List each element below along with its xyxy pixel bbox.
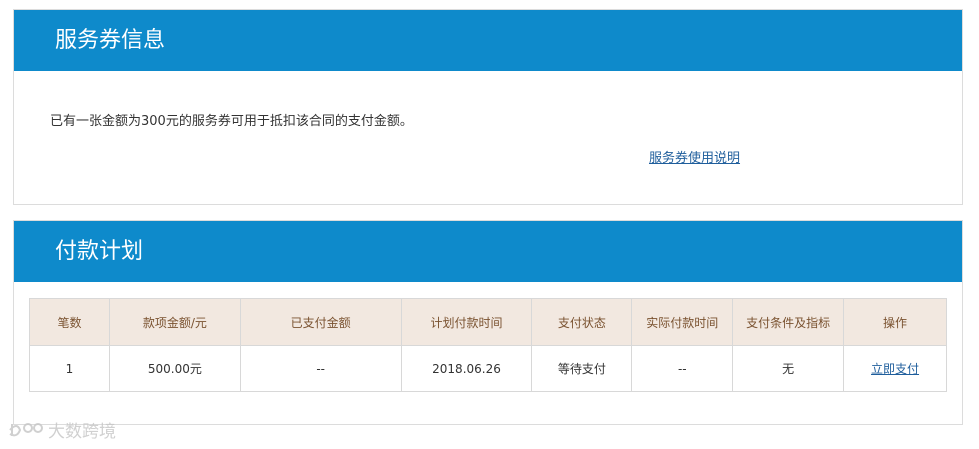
cell-planned-date: 2018.06.26	[400, 345, 533, 392]
brand-logo-icon	[9, 422, 43, 436]
watermark: 大数跨境	[8, 417, 116, 442]
column-header-status: 支付状态	[531, 298, 633, 346]
column-header-planned-date: 计划付款时间	[400, 298, 533, 346]
watermark-text: 大数跨境	[48, 422, 116, 442]
payment-plan-table: 笔数 款项金额/元 已支付金额 计划付款时间 支付状态 实际付款时间 支付条件及…	[29, 298, 947, 392]
column-header-condition: 支付条件及指标	[732, 298, 845, 346]
cell-actual-date: --	[631, 345, 734, 392]
cell-status: 等待支付	[531, 345, 633, 392]
pay-now-link[interactable]: 立即支付	[871, 362, 919, 376]
column-header-actual-date: 实际付款时间	[631, 298, 734, 346]
table-row: 1 500.00元 -- 2018.06.26 等待支付 -- 无 立即支付	[29, 345, 947, 392]
column-header-action: 操作	[843, 298, 947, 346]
voucher-panel: 服务券信息 已有一张金额为300元的服务券可用于抵扣该合同的支付金额。 服务券使…	[13, 9, 963, 205]
cell-count: 1	[29, 345, 110, 392]
voucher-help-link[interactable]: 服务券使用说明	[649, 147, 740, 166]
payment-plan-panel: 付款计划 笔数 款项金额/元 已支付金额 计划付款时间 支付状态 实际付款时间 …	[13, 220, 963, 425]
column-header-count: 笔数	[29, 298, 110, 346]
column-header-paid: 已支付金额	[239, 298, 402, 346]
cell-paid: --	[239, 345, 402, 392]
table-header-row: 笔数 款项金额/元 已支付金额 计划付款时间 支付状态 实际付款时间 支付条件及…	[29, 298, 947, 346]
cell-amount: 500.00元	[108, 345, 241, 392]
cell-action: 立即支付	[843, 345, 947, 392]
voucher-panel-title: 服务券信息	[14, 10, 962, 71]
column-header-amount: 款项金额/元	[108, 298, 241, 346]
voucher-message: 已有一张金额为300元的服务券可用于抵扣该合同的支付金额。	[50, 114, 413, 129]
payment-plan-title: 付款计划	[14, 221, 962, 282]
cell-condition: 无	[732, 345, 845, 392]
